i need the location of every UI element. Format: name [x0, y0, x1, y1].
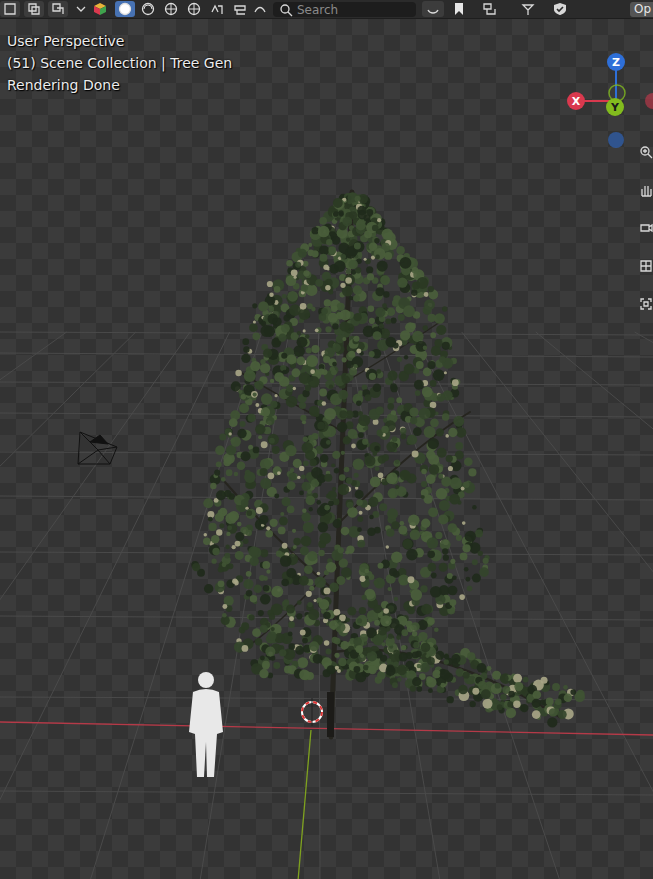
scene-render[interactable]	[0, 19, 653, 879]
select-subtract-button[interactable]	[48, 1, 68, 17]
layout-icon	[483, 2, 497, 16]
3d-viewport[interactable]: User Perspective (51) Scene Collection | …	[0, 19, 653, 879]
gizmo-toggle[interactable]	[91, 1, 109, 17]
right-tools-group	[422, 1, 570, 17]
grid-icon	[639, 259, 653, 273]
viewport-info-line: (51) Scene Collection | Tree Gen	[7, 54, 232, 72]
overlay-group	[74, 1, 109, 17]
select-icon	[27, 2, 41, 16]
select-icon	[51, 2, 65, 16]
bookmark-icon	[453, 2, 465, 16]
render-icon	[210, 2, 224, 16]
shading-group	[115, 1, 267, 17]
negative-x-icon[interactable]	[645, 93, 653, 109]
viewport-info: User Perspective (51) Scene Collection | …	[7, 32, 232, 94]
camera-icon	[639, 221, 653, 235]
pan-button[interactable]	[639, 177, 653, 203]
select-icon	[3, 2, 17, 16]
filter-button[interactable]	[253, 1, 267, 17]
select-mode-group	[0, 1, 68, 17]
hand-icon	[639, 183, 653, 197]
z-axis-handle[interactable]: Z	[607, 53, 625, 71]
search-icon	[279, 3, 293, 17]
check-icon	[553, 2, 567, 16]
camera-view-button[interactable]	[639, 215, 653, 241]
frame-button[interactable]	[639, 291, 653, 317]
proportional-button[interactable]	[512, 1, 544, 17]
shading-button[interactable]	[184, 1, 204, 17]
dropdown-button[interactable]	[74, 1, 88, 17]
layers-icon	[233, 2, 247, 16]
shading-button[interactable]	[115, 1, 135, 17]
select-new-button[interactable]	[0, 1, 20, 17]
layers-button[interactable]	[230, 1, 250, 17]
layout-button[interactable]	[474, 1, 506, 17]
snap-icon	[426, 2, 440, 16]
floor-grid	[0, 332, 653, 879]
3d-cursor[interactable]	[302, 698, 322, 726]
chevron-icon	[74, 2, 88, 16]
viewport-header: Search Op	[0, 0, 653, 19]
navigation-gizmo[interactable]: Z X Y	[553, 31, 653, 156]
svg-text:Y: Y	[610, 101, 620, 114]
negative-z-icon[interactable]	[608, 132, 624, 148]
y-axis-handle[interactable]: Y	[606, 98, 624, 116]
shading-button[interactable]	[161, 1, 181, 17]
svg-text:X: X	[572, 95, 581, 108]
shading-icon	[164, 2, 178, 16]
shading-icon	[141, 2, 155, 16]
zoom-button[interactable]	[639, 139, 653, 165]
search-field[interactable]: Search	[273, 2, 416, 17]
frame-icon	[639, 297, 653, 311]
shading-icon	[118, 2, 132, 16]
blender-window: Search Op User Perspective (51) Scene Colle…	[0, 0, 653, 879]
y-axis-line	[298, 730, 311, 879]
camera-object[interactable]	[78, 432, 117, 464]
proportional-icon	[521, 2, 535, 16]
viewport-info-line: User Perspective	[7, 32, 232, 50]
viewport-info-line: Rendering Done	[7, 76, 232, 94]
cube-icon	[93, 2, 107, 16]
navigation-tools	[639, 139, 653, 317]
shading-icon	[187, 2, 201, 16]
select-extend-button[interactable]	[24, 1, 44, 17]
tree[interactable]	[191, 192, 585, 737]
projection-button[interactable]	[639, 253, 653, 279]
options-menu-button[interactable]: Op	[630, 2, 653, 17]
shading-button[interactable]	[138, 1, 158, 17]
svg-text:Z: Z	[612, 56, 620, 69]
search-placeholder: Search	[297, 3, 338, 17]
bookmark-button[interactable]	[450, 1, 468, 17]
zoom-icon	[639, 145, 653, 159]
check-button[interactable]	[550, 1, 570, 17]
render-button[interactable]	[207, 1, 227, 17]
snap-button[interactable]	[422, 1, 444, 17]
human-reference[interactable]	[189, 672, 223, 777]
filter-icon	[253, 2, 267, 16]
x-axis-handle[interactable]: X	[567, 92, 585, 110]
